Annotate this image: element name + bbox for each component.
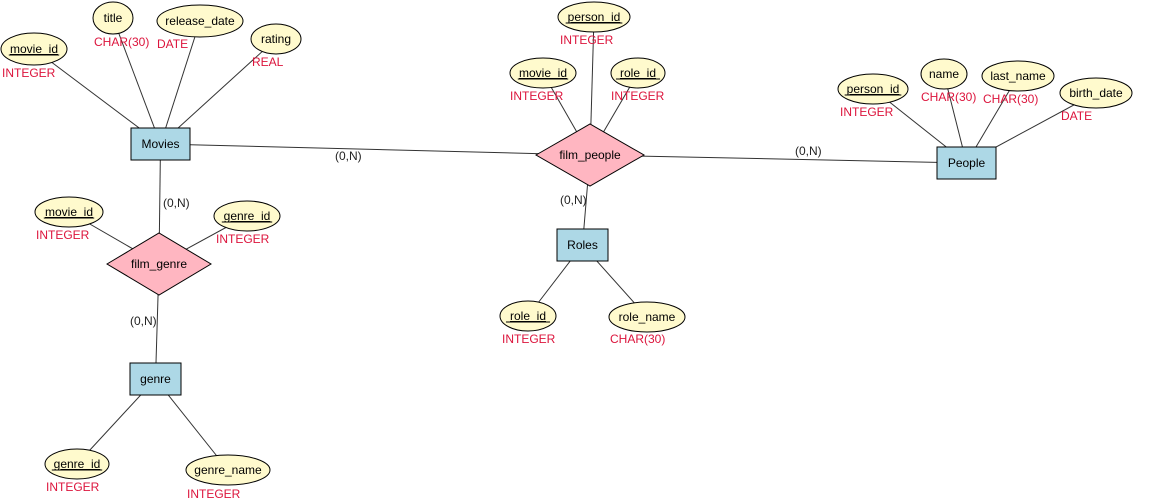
attribute-type: INTEGER	[502, 332, 556, 346]
attribute-label: release_date	[165, 14, 235, 28]
attribute-type: INTEGER	[560, 33, 614, 47]
attribute-movies_movie_id[interactable]: movie_id INTEGER	[0, 32, 68, 80]
cardinality-movies-film_genre: (0,N)	[163, 196, 190, 210]
entity-label: Movies	[141, 137, 179, 151]
attribute-label: birth_date	[1069, 86, 1123, 100]
attribute-type: INTEGER	[36, 228, 90, 242]
key-attribute-label: genre_id	[224, 209, 271, 223]
entity-genre[interactable]: genre	[129, 362, 182, 396]
attribute-people_person_id[interactable]: person_id INTEGER	[837, 73, 909, 119]
attribute-label: rating	[261, 32, 291, 46]
attribute-genre_genre_name[interactable]: genre_name INTEGER	[185, 454, 271, 501]
attribute-people_last_name[interactable]: last_name CHAR(30)	[981, 60, 1055, 106]
attribute-label: genre_name	[194, 463, 262, 477]
relationship-film_genre[interactable]: film_genre	[106, 232, 212, 296]
cardinality-movies-film_people: (0,N)	[335, 149, 362, 163]
key-attribute-label: movie_id	[45, 205, 93, 219]
entity-label: People	[948, 156, 986, 170]
key-attribute-label: person_id	[847, 82, 900, 96]
er-diagram-canvas: Movies People Roles genre film_people film_ge…	[0, 1, 1133, 501]
link-people-film_people	[589, 154, 967, 164]
attribute-fg_genre_id[interactable]: genre_id INTEGER	[213, 200, 281, 246]
attribute-type: INTEGER	[46, 480, 100, 494]
cardinality-people-film_people: (0,N)	[795, 144, 822, 158]
entity-label: genre	[140, 372, 171, 386]
attribute-type: INTEGER	[611, 89, 665, 103]
attribute-roles_role_id[interactable]: role_id INTEGER	[499, 300, 557, 346]
attribute-movies_rating[interactable]: rating REAL	[250, 23, 302, 69]
key-attribute-label: role_id	[620, 66, 656, 80]
attribute-fp_movie_id[interactable]: movie_id INTEGER	[509, 57, 577, 103]
attribute-label: name	[929, 67, 959, 81]
attribute-movies_release_date[interactable]: release_date DATE	[156, 4, 244, 51]
key-attribute-label: movie_id	[519, 66, 567, 80]
attribute-type: CHAR(30)	[610, 332, 665, 346]
key-attribute-label: genre_id	[54, 457, 101, 471]
attribute-type: CHAR(30)	[94, 35, 149, 49]
attribute-type: INTEGER	[840, 105, 894, 119]
key-attribute-label: movie_id	[10, 42, 58, 56]
attribute-label: role_name	[619, 310, 676, 324]
attribute-label: title	[104, 11, 123, 25]
cardinality-roles-film_people: (0,N)	[560, 193, 587, 207]
attribute-type: INTEGER	[510, 89, 564, 103]
attribute-roles_role_name[interactable]: role_name CHAR(30)	[608, 301, 686, 346]
attribute-type: INTEGER	[2, 66, 56, 80]
entity-roles[interactable]: Roles	[556, 228, 609, 262]
attribute-people_name[interactable]: name CHAR(30)	[920, 58, 976, 104]
attribute-fg_movie_id[interactable]: movie_id INTEGER	[34, 196, 104, 242]
relationship-film_people[interactable]: film_people	[534, 123, 646, 187]
attribute-fp_role_id[interactable]: role_id INTEGER	[610, 57, 666, 103]
key-attribute-label: role_id	[510, 309, 546, 323]
attribute-type: DATE	[157, 37, 188, 51]
attribute-movies_title[interactable]: title CHAR(30)	[92, 1, 149, 49]
entity-label: Roles	[567, 238, 598, 252]
attribute-type: INTEGER	[187, 487, 241, 501]
entity-movies[interactable]: Movies	[130, 127, 191, 161]
link-movies-film_people	[160, 143, 591, 156]
relationship-label: film_genre	[131, 257, 187, 271]
cardinality-genre-film_genre: (0,N)	[130, 314, 157, 328]
nodes-layer: Movies People Roles genre film_people film_ge…	[0, 1, 1133, 501]
attribute-type: CHAR(30)	[921, 90, 976, 104]
attribute-genre_genre_id[interactable]: genre_id INTEGER	[44, 448, 110, 494]
attribute-people_birth_date[interactable]: birth_date DATE	[1059, 77, 1133, 123]
attribute-label: last_name	[990, 69, 1046, 83]
attribute-type: INTEGER	[216, 232, 270, 246]
attribute-type: DATE	[1061, 109, 1092, 123]
attribute-type: REAL	[252, 55, 284, 69]
attribute-type: CHAR(30)	[983, 92, 1038, 106]
relationship-label: film_people	[559, 148, 621, 162]
key-attribute-label: person_id	[568, 10, 621, 24]
entity-people[interactable]: People	[936, 146, 997, 180]
attribute-fp_person_id[interactable]: person_id INTEGER	[557, 1, 631, 47]
